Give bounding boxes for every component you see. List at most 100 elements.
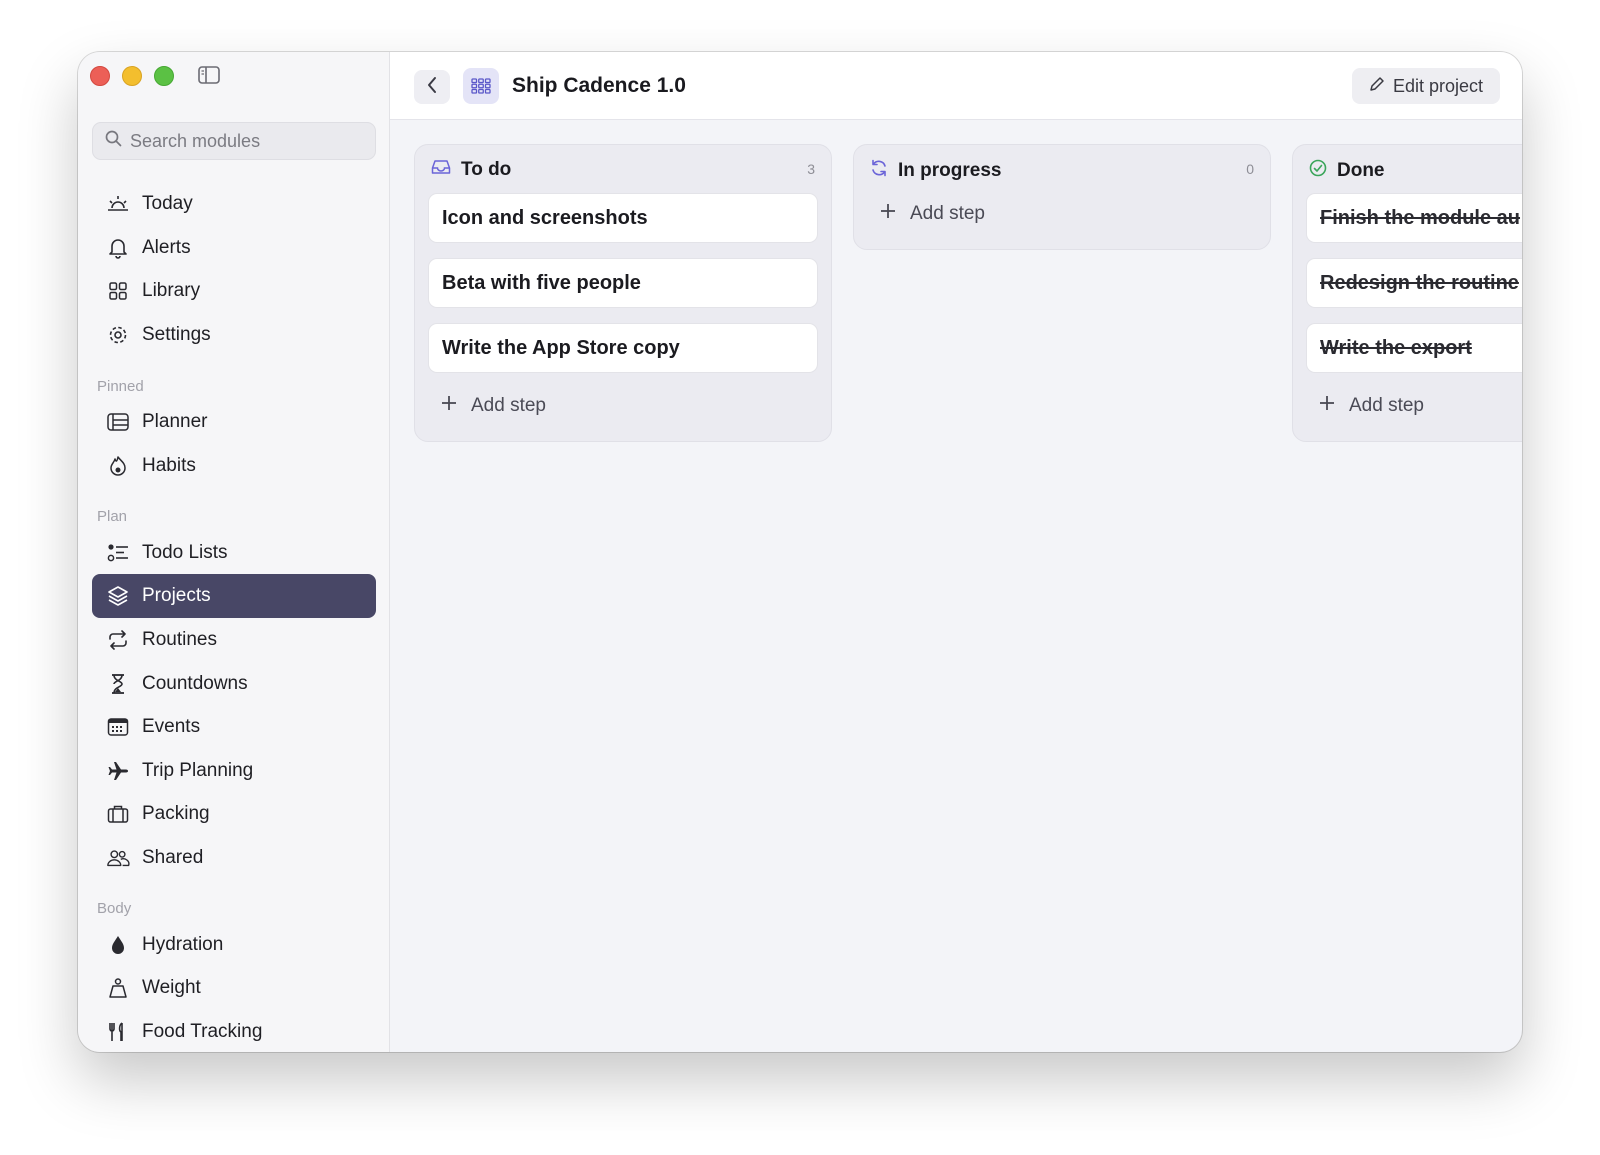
sidebar-item-label: Alerts	[142, 237, 191, 258]
refresh-icon	[870, 159, 888, 183]
grid-icon	[106, 279, 130, 303]
sidebar-item-events[interactable]: Events	[92, 705, 376, 749]
search-field[interactable]	[92, 122, 376, 160]
checklist-icon	[106, 541, 130, 565]
minimize-window-button[interactable]	[122, 66, 142, 86]
task-card[interactable]: Icon and screenshots	[428, 193, 818, 243]
task-card-completed[interactable]: Write the export	[1306, 323, 1522, 373]
check-circle-icon	[1309, 159, 1327, 183]
sidebar-item-label: Weight	[142, 977, 201, 998]
board-column-done: Done Finish the module au Redesign the r…	[1292, 144, 1522, 442]
sidebar-item-label: Packing	[142, 803, 210, 824]
sidebar: Today Alerts Library Settings Pinned Pla…	[78, 52, 390, 1052]
airplane-icon	[106, 759, 130, 783]
sidebar-item-projects[interactable]: Projects	[92, 574, 376, 618]
plus-icon	[880, 203, 896, 225]
section-label-pinned: Pinned	[97, 378, 144, 395]
sidebar-item-trip-planning[interactable]: Trip Planning	[92, 749, 376, 793]
task-card-completed[interactable]: Redesign the routine	[1306, 258, 1522, 308]
people-icon	[106, 846, 130, 870]
main-content: Ship Cadence 1.0 Edit project To do 3 Ic…	[390, 52, 1522, 1052]
back-button[interactable]	[414, 70, 450, 104]
column-title: In progress	[898, 160, 1002, 181]
planner-icon	[106, 410, 130, 434]
search-input[interactable]	[130, 130, 360, 152]
drop-icon	[106, 933, 130, 957]
add-step-label: Add step	[1349, 395, 1424, 416]
task-card-completed[interactable]: Finish the module au	[1306, 193, 1522, 243]
task-card[interactable]: Beta with five people	[428, 258, 818, 308]
plus-icon	[441, 395, 457, 417]
search-icon	[105, 130, 122, 152]
repeat-icon	[106, 628, 130, 652]
calendar-icon	[106, 715, 130, 739]
sidebar-item-label: Habits	[142, 455, 196, 476]
column-title: To do	[461, 159, 512, 180]
sunrise-icon	[106, 192, 130, 216]
gear-icon	[106, 323, 130, 347]
column-count: 0	[1246, 161, 1254, 177]
sidebar-item-shared[interactable]: Shared	[92, 836, 376, 880]
section-label-plan: Plan	[97, 508, 128, 525]
sidebar-item-label: Planner	[142, 411, 208, 432]
sidebar-item-label: Routines	[142, 629, 217, 650]
sidebar-item-countdowns[interactable]: Countdowns	[92, 662, 376, 706]
page-title: Ship Cadence 1.0	[512, 74, 686, 97]
sidebar-item-label: Shared	[142, 847, 204, 868]
add-step-button[interactable]: Add step	[1319, 395, 1424, 417]
window-controls	[90, 66, 174, 86]
hourglass-icon	[106, 672, 130, 696]
sidebar-item-packing[interactable]: Packing	[92, 792, 376, 836]
close-window-button[interactable]	[90, 66, 110, 86]
sidebar-item-today[interactable]: Today	[92, 182, 376, 226]
plus-icon	[1319, 395, 1335, 417]
sidebar-item-label: Today	[142, 193, 193, 214]
weight-icon	[106, 976, 130, 1000]
sidebar-item-label: Todo Lists	[142, 542, 228, 563]
zoom-window-button[interactable]	[154, 66, 174, 86]
board-column-todo: To do 3 Icon and screenshots Beta with f…	[414, 144, 832, 442]
sidebar-item-label: Countdowns	[142, 673, 248, 694]
add-step-button[interactable]: Add step	[880, 203, 985, 225]
fork-knife-icon	[106, 1020, 130, 1044]
pencil-icon	[1369, 76, 1385, 97]
toolbar: Ship Cadence 1.0 Edit project	[390, 52, 1522, 120]
column-header: Done	[1309, 159, 1385, 183]
column-header: In progress	[870, 159, 1001, 183]
sidebar-item-weight[interactable]: Weight	[92, 966, 376, 1010]
edit-project-button[interactable]: Edit project	[1352, 68, 1500, 104]
add-step-label: Add step	[471, 395, 546, 416]
sidebar-item-todo-lists[interactable]: Todo Lists	[92, 531, 376, 575]
column-header: To do	[431, 159, 511, 181]
sidebar-item-alerts[interactable]: Alerts	[92, 226, 376, 270]
sidebar-item-library[interactable]: Library	[92, 269, 376, 313]
bell-icon	[106, 236, 130, 260]
sidebar-item-label: Food Tracking	[142, 1021, 263, 1042]
edit-project-label: Edit project	[1392, 75, 1484, 96]
app-window: Today Alerts Library Settings Pinned Pla…	[78, 52, 1522, 1052]
sidebar-item-label: Settings	[142, 324, 211, 345]
sidebar-item-planner[interactable]: Planner	[92, 400, 376, 444]
layers-icon	[106, 584, 130, 608]
project-icon	[463, 68, 499, 104]
sidebar-toggle-icon[interactable]	[198, 66, 220, 84]
sidebar-item-settings[interactable]: Settings	[92, 313, 376, 357]
board-column-in-progress: In progress 0 Add step	[853, 144, 1271, 250]
sidebar-item-routines[interactable]: Routines	[92, 618, 376, 662]
column-title: Done	[1337, 160, 1385, 181]
sidebar-item-habits[interactable]: Habits	[92, 444, 376, 488]
sidebar-item-food-tracking[interactable]: Food Tracking	[92, 1010, 376, 1052]
section-label-body: Body	[97, 900, 132, 917]
task-card[interactable]: Write the App Store copy	[428, 323, 818, 373]
add-step-label: Add step	[910, 203, 985, 224]
add-step-button[interactable]: Add step	[441, 395, 546, 417]
sidebar-item-label: Events	[142, 716, 201, 737]
sidebar-item-label: Projects	[142, 585, 211, 606]
inbox-icon	[431, 159, 451, 181]
suitcase-icon	[106, 802, 130, 826]
column-count: 3	[807, 161, 815, 177]
sidebar-item-label: Library	[142, 280, 201, 301]
flame-icon	[106, 454, 130, 478]
sidebar-item-hydration[interactable]: Hydration	[92, 923, 376, 967]
sidebar-item-label: Hydration	[142, 934, 224, 955]
